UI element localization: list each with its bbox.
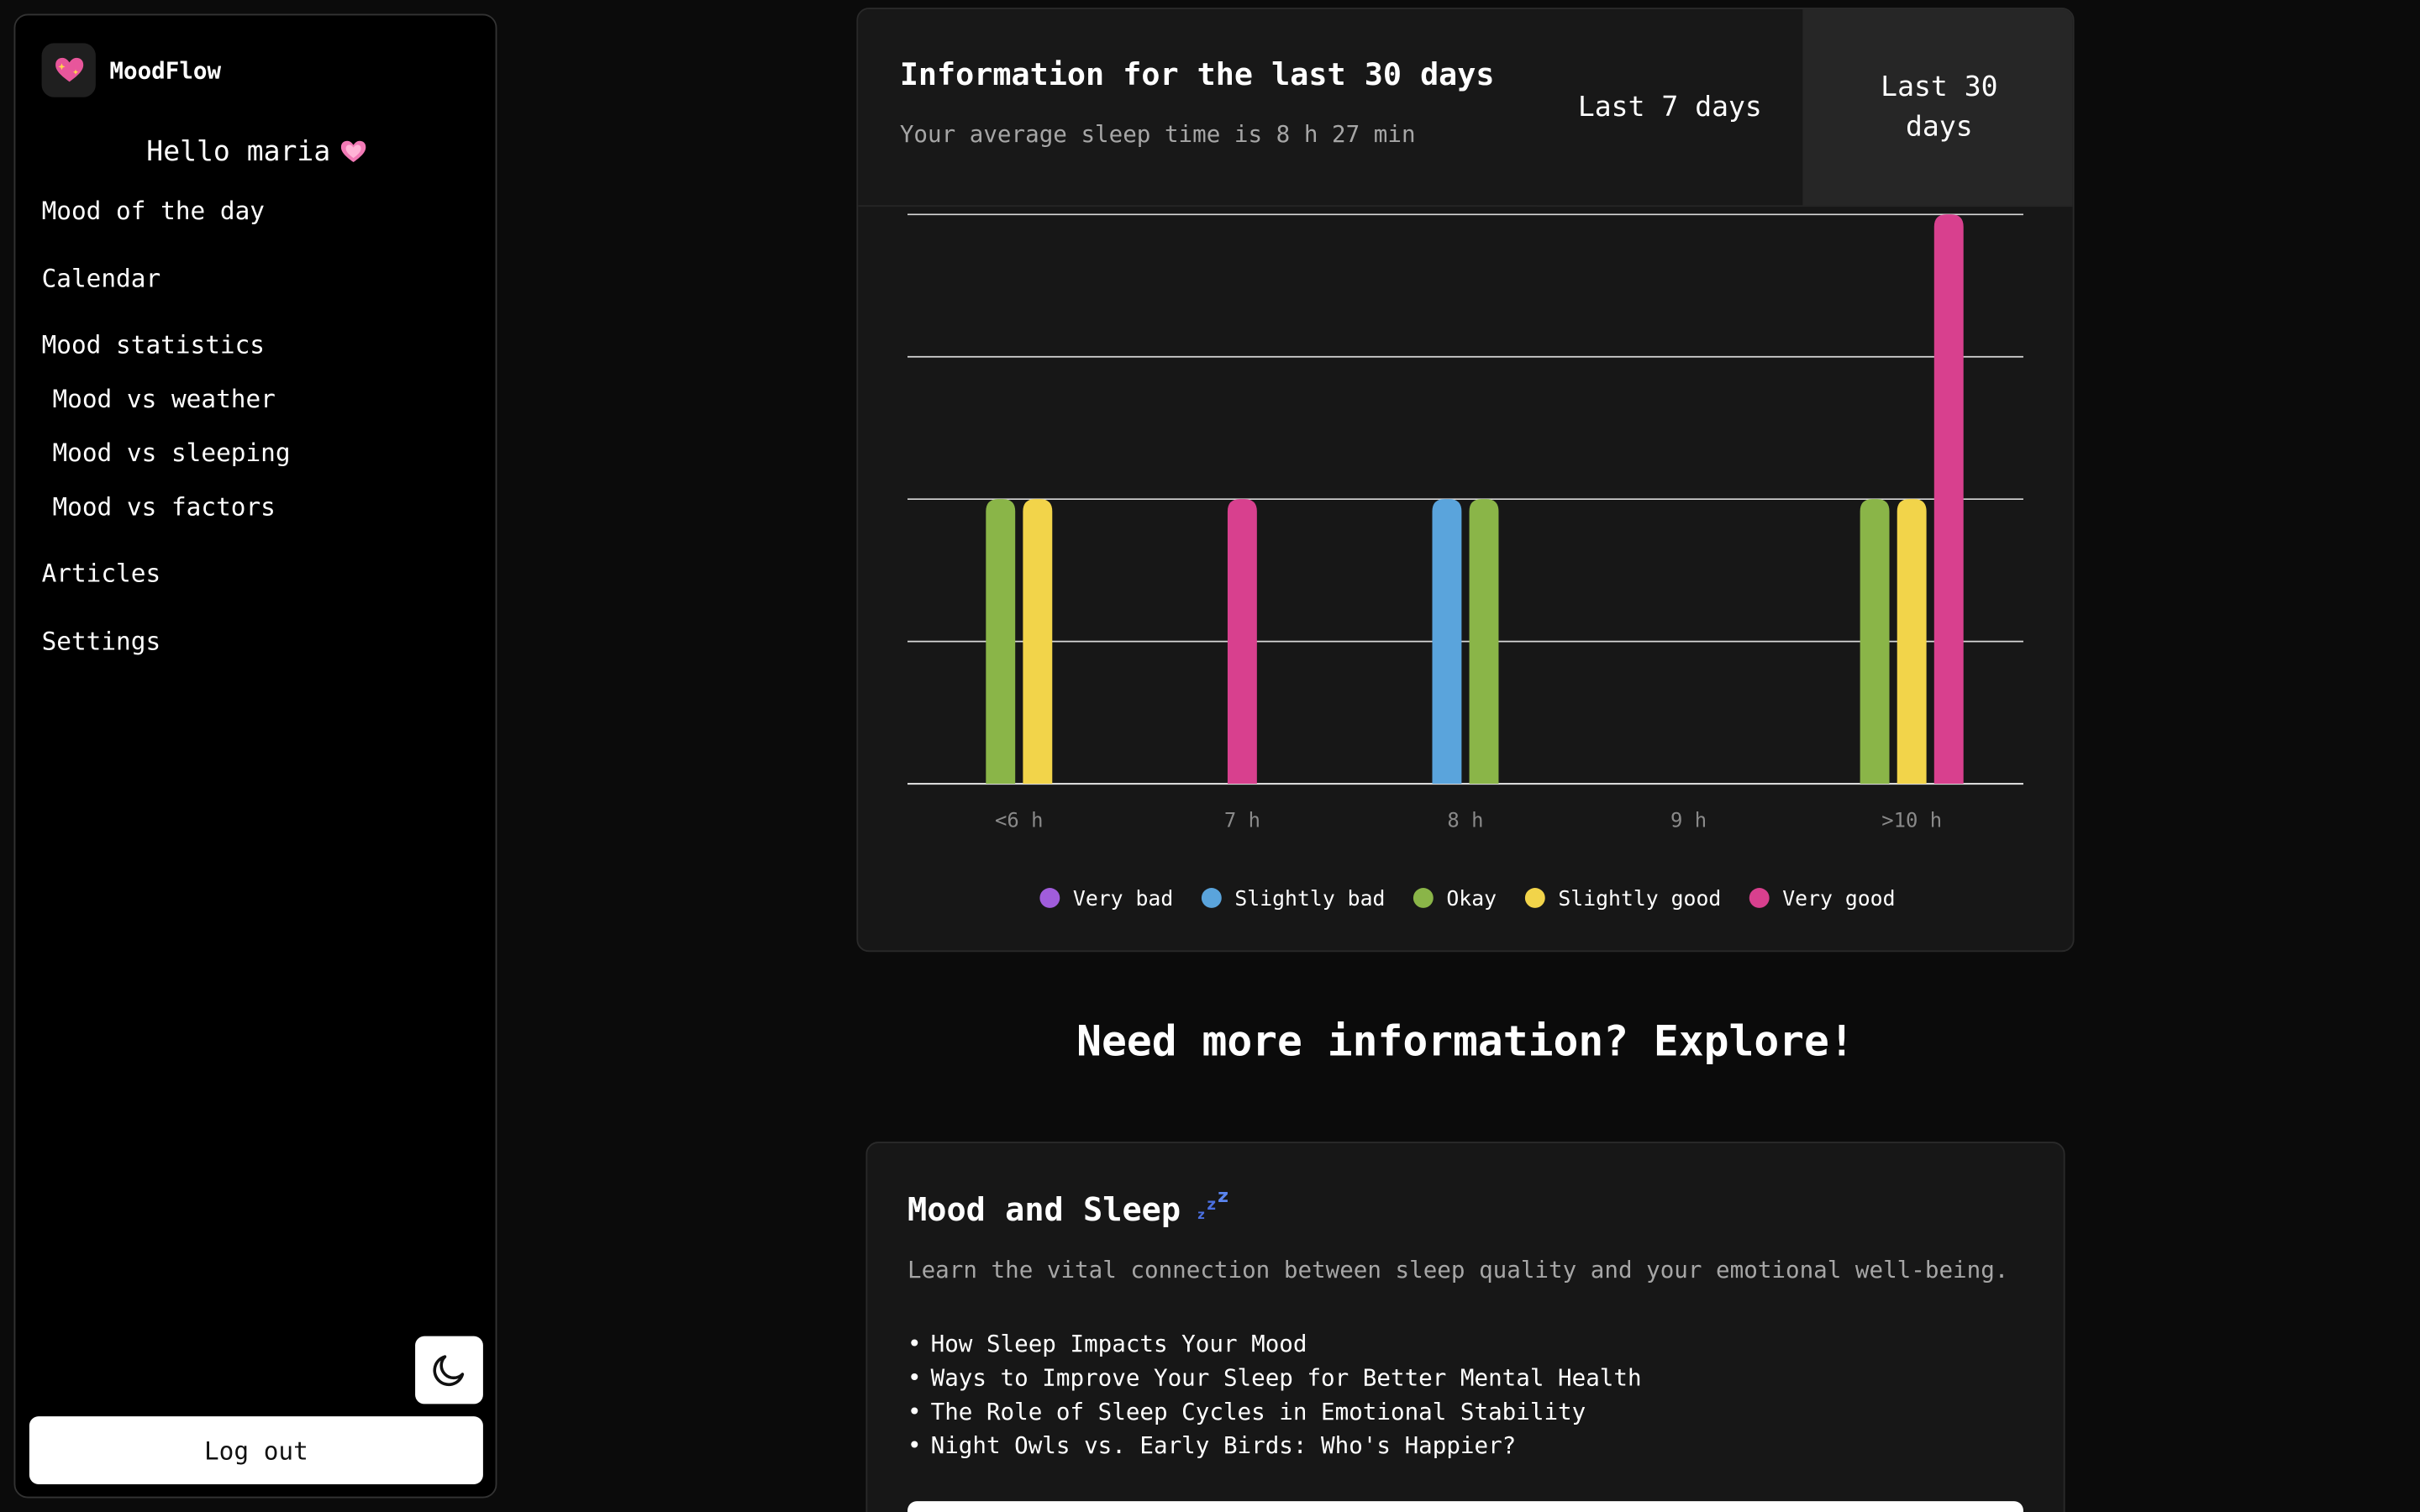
moon-icon (433, 1355, 465, 1387)
range-last-30-days-label: Last 30 days (1881, 70, 1998, 143)
read-more-button[interactable] (908, 1501, 2023, 1512)
x-tick-label: 7 h (1224, 808, 1260, 832)
range-last-30-days-button[interactable]: Last 30 days (1802, 9, 2073, 206)
bar[interactable] (1227, 499, 1257, 785)
bar[interactable] (1432, 499, 1462, 785)
pink-heart-icon (339, 139, 367, 171)
article-card: Mood and Sleep z z z Learn the vital con… (865, 1142, 2065, 1512)
sidebar-item-mood-statistics[interactable]: Mood statistics (42, 330, 265, 360)
article-link[interactable]: Night Owls vs. Early Birds: Who's Happie… (908, 1429, 1642, 1462)
svg-text:z: z (1207, 1196, 1216, 1214)
x-tick-label: 9 h (1670, 808, 1707, 832)
bar[interactable] (986, 499, 1016, 785)
legend-swatch (1524, 888, 1545, 908)
article-title: Mood and Sleep z z z (908, 1186, 1234, 1231)
greeting: Hello maria (15, 136, 498, 171)
sleep-stats-card: <6 h 7 h 8 h 9 h >10 h Very bad Slightly bad Ok… (856, 8, 2075, 953)
legend-swatch (1749, 888, 1770, 908)
app-name: MoodFlow (109, 56, 222, 85)
legend-label: Slightly bad (1234, 886, 1385, 911)
greeting-text: Hello maria (146, 135, 331, 169)
brand[interactable]: MoodFlow (41, 43, 222, 97)
sidebar-item-mood-of-the-day[interactable]: Mood of the day (42, 196, 265, 225)
sidebar-item-settings[interactable]: Settings (42, 627, 161, 656)
sidebar-item-articles[interactable]: Articles (42, 559, 161, 588)
x-tick-label: <6 h (995, 808, 1043, 832)
stats-title: Information for the last 30 days (899, 55, 1495, 93)
article-title-text: Mood and Sleep (908, 1190, 1181, 1228)
bar[interactable] (1023, 499, 1053, 785)
theme-toggle-button[interactable] (415, 1336, 483, 1404)
legend-label: Slightly good (1558, 886, 1721, 911)
stats-header: Information for the last 30 days Your av… (858, 9, 2073, 207)
svg-text:z: z (1197, 1208, 1205, 1222)
article-link[interactable]: The Role of Sleep Cycles in Emotional St… (908, 1394, 1642, 1428)
legend-swatch (1201, 888, 1222, 908)
bar[interactable] (1933, 214, 1964, 785)
legend-label: Very bad (1073, 886, 1173, 911)
bar[interactable] (1469, 499, 1499, 785)
bar[interactable] (1897, 499, 1927, 785)
explore-heading: Need more information? Explore! (1076, 1018, 1854, 1067)
article-link[interactable]: Ways to Improve Your Sleep for Better Me… (908, 1361, 1642, 1394)
sidebar: MoodFlow Hello maria Mood of the day Cal… (13, 13, 498, 1499)
legend-swatch (1413, 888, 1434, 908)
x-tick-label: 8 h (1447, 808, 1483, 832)
zzz-icon: z z z (1196, 1186, 1233, 1231)
svg-text:z: z (1218, 1186, 1228, 1206)
article-description: Learn the vital connection between sleep… (908, 1256, 2009, 1284)
sparkling-heart-icon (41, 43, 96, 97)
logout-button[interactable]: Log out (29, 1416, 483, 1484)
legend-label: Very good (1782, 886, 1895, 911)
range-last-7-days-button[interactable]: Last 7 days (1537, 9, 1803, 206)
sidebar-item-mood-vs-sleeping[interactable]: Mood vs sleeping (52, 438, 290, 468)
bar[interactable] (1860, 499, 1890, 785)
x-tick-label: >10 h (1881, 808, 1942, 832)
range-last-7-days-label: Last 7 days (1577, 90, 1762, 123)
legend-label: Okay (1446, 886, 1497, 911)
sidebar-item-calendar[interactable]: Calendar (42, 264, 161, 293)
app-root: MoodFlow Hello maria Mood of the day Cal… (0, 0, 2420, 1512)
legend-swatch (1039, 888, 1060, 908)
sidebar-item-mood-vs-factors[interactable]: Mood vs factors (52, 492, 275, 522)
stats-subtitle: Your average sleep time is 8 h 27 min (899, 120, 1416, 149)
article-link-list: How Sleep Impacts Your Mood Ways to Impr… (908, 1327, 1642, 1463)
sidebar-item-mood-vs-weather[interactable]: Mood vs weather (52, 384, 275, 413)
article-link[interactable]: How Sleep Impacts Your Mood (908, 1327, 1642, 1361)
